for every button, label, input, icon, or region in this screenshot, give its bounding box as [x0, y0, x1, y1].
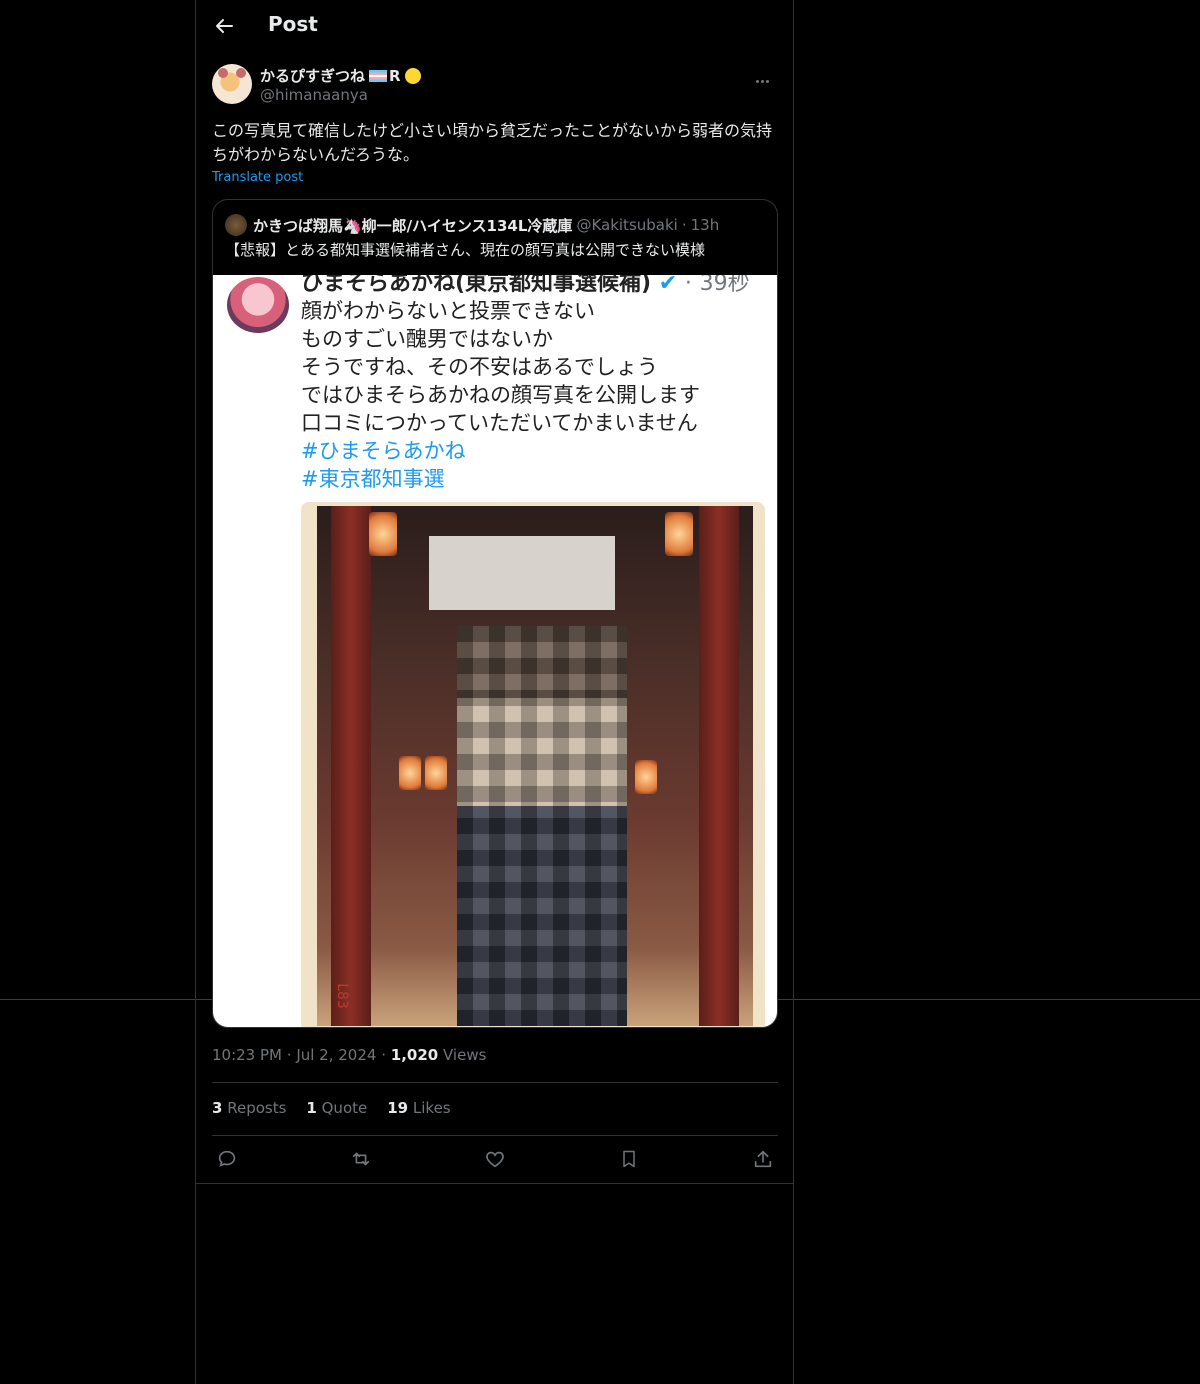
quotes-stat[interactable]: 1 Quote — [306, 1099, 367, 1117]
divider — [212, 1135, 778, 1136]
views-count: 1,020 — [390, 1046, 439, 1064]
inner-line: 口コミにつかっていただいてかまいません — [301, 411, 698, 435]
author-name-suffix: R — [389, 66, 401, 85]
divider — [212, 1082, 778, 1083]
translate-link[interactable]: Translate post — [212, 170, 303, 185]
reposts-stat[interactable]: 3 Reposts — [212, 1099, 286, 1117]
post-text: この写真見て確信したけど小さい頃から貧乏だったことがないから弱者の気持ちがわから… — [212, 121, 773, 164]
verified-icon: ✔ — [658, 275, 678, 296]
views-label: Views — [443, 1046, 487, 1064]
quoted-age: 13h — [690, 216, 720, 234]
heart-icon — [486, 1151, 504, 1168]
pixelated-figure — [457, 626, 627, 1026]
inner-hashtag: #東京都知事選 — [301, 467, 445, 491]
divider — [196, 1183, 793, 1184]
inner-time: 39秒 — [699, 275, 750, 296]
bookmark-icon — [623, 1150, 635, 1168]
repost-icon — [352, 1152, 370, 1166]
share-icon — [754, 1150, 772, 1168]
like-button[interactable] — [480, 1146, 510, 1172]
page-header: Post — [196, 0, 793, 53]
inner-line: そうですね、その不安はあるでしょう — [301, 355, 658, 379]
arrow-left-icon[interactable] — [212, 14, 236, 38]
quoted-display-name: かきつば翔馬🦄柳一郎/ハイセンス134L冷蔵庫 — [253, 216, 573, 235]
author-display-name: かるぴすぎつね — [260, 67, 366, 85]
quoted-handle: @Kakitsubaki — [576, 216, 678, 234]
author-handle[interactable]: @himanaanya — [260, 86, 368, 104]
chick-icon — [404, 67, 421, 84]
quoted-image[interactable]: ひまそらあかね(東京都知事選候補) ✔ · 39秒 顔がわからないと投票できない… — [213, 275, 777, 1027]
action-bar — [212, 1146, 778, 1172]
page-title: Post — [268, 12, 318, 36]
post-meta: 10:23 PM · Jul 2, 2024 · 1,020 Views — [212, 1046, 487, 1064]
likes-stat[interactable]: 19 Likes — [387, 1099, 450, 1117]
inner-hashtag: #ひまそらあかね — [301, 439, 466, 463]
inner-line: ではひまそらあかねの顔写真を公開します — [301, 383, 700, 407]
bookmark-button[interactable] — [614, 1146, 644, 1172]
quoted-text: 【悲報】とある都知事選候補者さん、現在の顔写真は公開できない模様 — [225, 241, 706, 259]
quoted-avatar — [225, 214, 247, 236]
avatar[interactable] — [212, 64, 252, 104]
inner-name: ひまそらあかね(東京都知事選候補) ✔ · 39秒 — [301, 275, 750, 297]
repost-button[interactable] — [346, 1146, 376, 1172]
inner-avatar — [227, 277, 289, 333]
quoted-post[interactable]: かきつば翔馬🦄柳一郎/ハイセンス134L冷蔵庫 @Kakitsubaki · 1… — [212, 199, 778, 1028]
share-button[interactable] — [748, 1146, 778, 1172]
quoted-dot: · — [681, 216, 687, 234]
reply-icon — [218, 1150, 236, 1167]
more-horizontal-icon[interactable] — [755, 68, 775, 83]
reply-button[interactable] — [212, 1146, 242, 1172]
photo-mark: L83 — [333, 983, 350, 1009]
inner-line: ものすごい醜男ではないか — [301, 327, 553, 351]
post-date[interactable]: Jul 2, 2024 — [296, 1046, 376, 1064]
engagement-stats: 3 Reposts 1 Quote 19 Likes — [212, 1099, 451, 1117]
pixelated-photo: L83 — [301, 502, 765, 1027]
trans-flag-icon — [369, 69, 388, 82]
post-column: Post かるぴすぎつね R @himanaanya この写真見て確信したけど小… — [195, 0, 794, 1384]
inner-line: 顔がわからないと投票できない — [301, 299, 595, 323]
post-time[interactable]: 10:23 PM — [212, 1046, 282, 1064]
author-name[interactable]: かるぴすぎつね R — [260, 65, 421, 86]
quoted-post-header: かきつば翔馬🦄柳一郎/ハイセンス134L冷蔵庫 @Kakitsubaki · 1… — [225, 214, 719, 236]
